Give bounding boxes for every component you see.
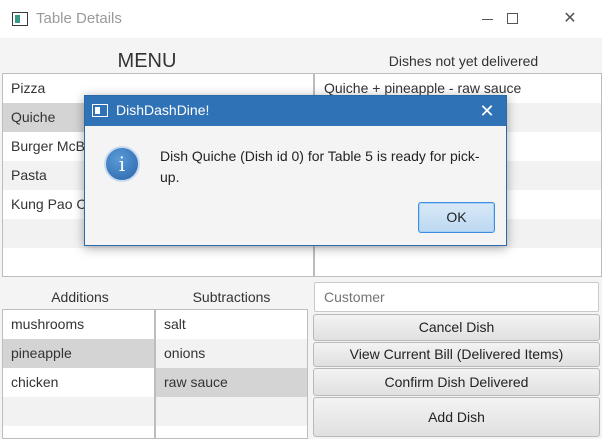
app-window-icon bbox=[92, 104, 108, 117]
window-titlebar: Table Details ✕ bbox=[0, 0, 602, 38]
maximize-icon bbox=[507, 13, 518, 24]
dialog-title: DishDashDine! bbox=[116, 102, 210, 118]
ok-button[interactable]: OK bbox=[418, 202, 495, 233]
confirm-delivered-button[interactable]: Confirm Dish Delivered bbox=[313, 368, 600, 396]
undelivered-heading: Dishes not yet delivered bbox=[388, 53, 539, 69]
dialog-titlebar: DishDashDine! ✕ bbox=[85, 96, 506, 126]
menu-heading: MENU bbox=[117, 50, 177, 72]
dialog-close-button[interactable]: ✕ bbox=[469, 96, 505, 126]
subtraction-item-raw-sauce[interactable]: raw sauce bbox=[156, 368, 307, 397]
dialog-message: Dish Quiche (Dish id 0) for Table 5 is r… bbox=[160, 148, 480, 185]
close-window-button[interactable]: ✕ bbox=[547, 0, 593, 38]
subtraction-item-onions[interactable]: onions bbox=[156, 339, 307, 368]
subtractions-heading: Subtractions bbox=[192, 289, 271, 305]
list-empty-row bbox=[3, 397, 154, 426]
close-icon: ✕ bbox=[563, 10, 577, 27]
additions-heading: Additions bbox=[51, 289, 109, 305]
window-title: Table Details bbox=[36, 10, 122, 27]
addition-item-chicken[interactable]: chicken bbox=[3, 368, 154, 397]
cancel-dish-button[interactable]: Cancel Dish bbox=[313, 314, 600, 341]
info-icon: i bbox=[104, 146, 140, 182]
view-bill-button[interactable]: View Current Bill (Delivered Items) bbox=[313, 342, 600, 367]
subtraction-item-salt[interactable]: salt bbox=[156, 310, 307, 339]
maximize-button[interactable] bbox=[490, 0, 536, 38]
ready-dialog: DishDashDine! ✕ i Dish Quiche (Dish id 0… bbox=[84, 95, 507, 246]
close-icon: ✕ bbox=[479, 101, 495, 121]
app-window-icon bbox=[12, 12, 28, 26]
addition-item-mushrooms[interactable]: mushrooms bbox=[3, 310, 154, 339]
subtractions-list[interactable]: salt onions raw sauce bbox=[155, 309, 308, 439]
additions-list[interactable]: mushrooms pineapple chicken bbox=[2, 309, 155, 439]
add-dish-button[interactable]: Add Dish bbox=[313, 397, 600, 437]
addition-item-pineapple[interactable]: pineapple bbox=[3, 339, 154, 368]
list-empty-row bbox=[156, 397, 307, 426]
customer-input[interactable] bbox=[314, 282, 599, 312]
